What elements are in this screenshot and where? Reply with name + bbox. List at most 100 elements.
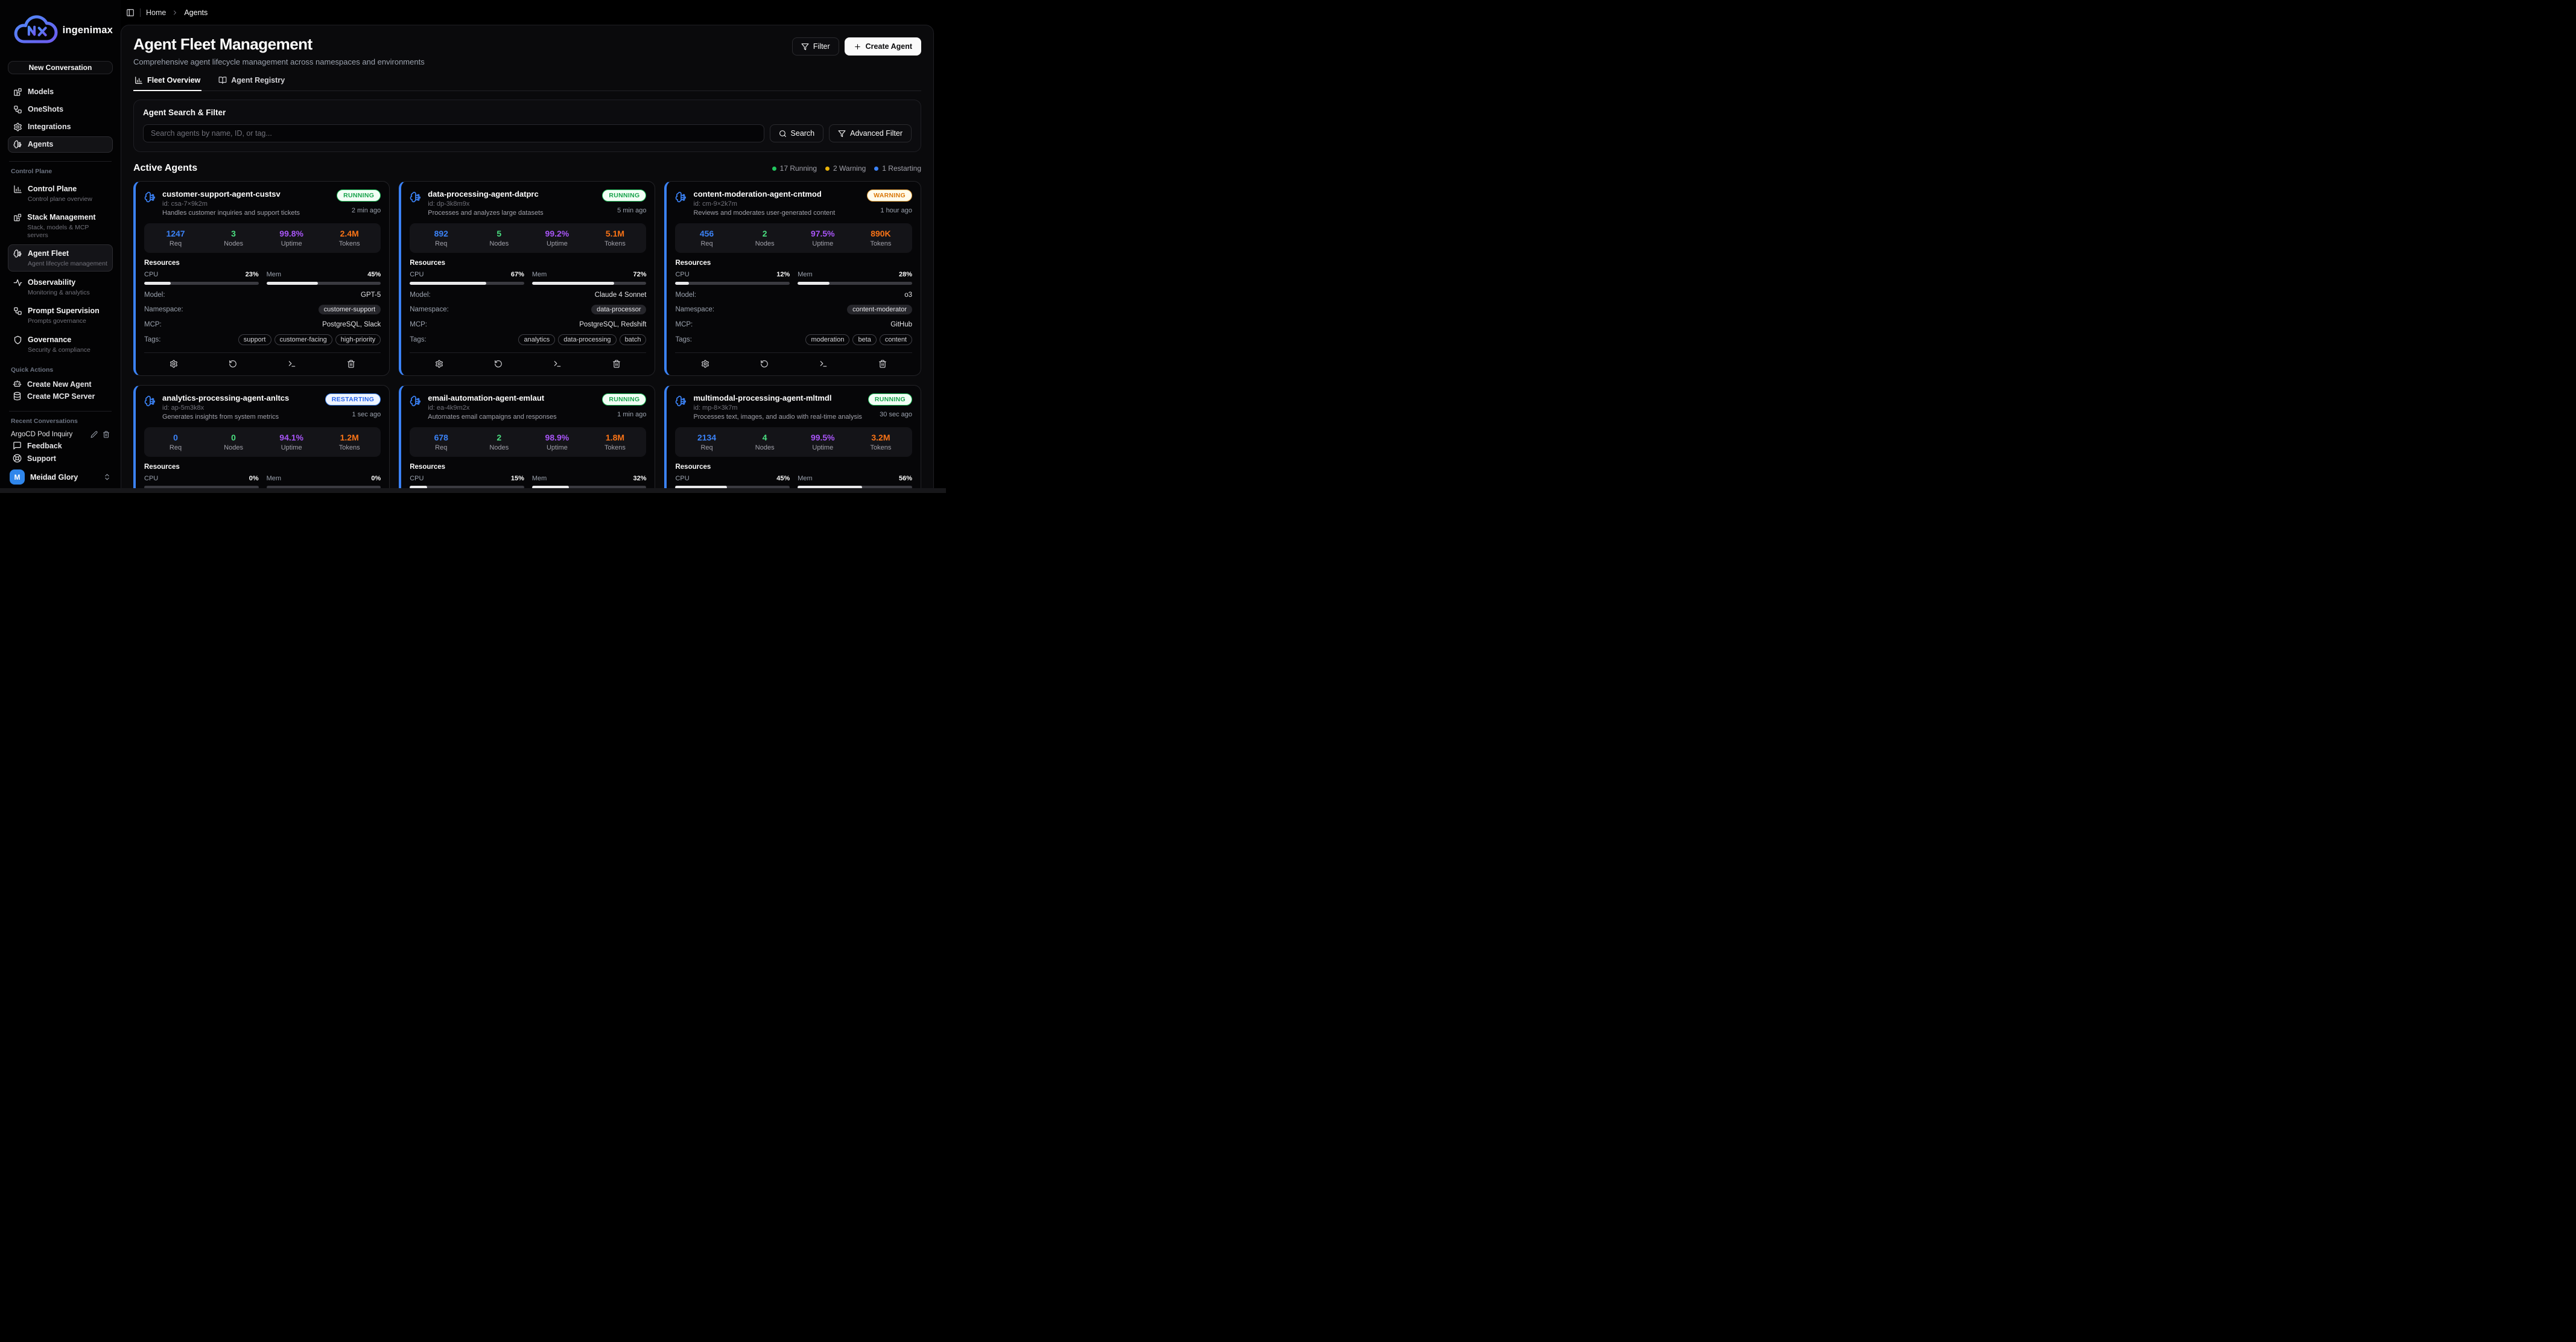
agent-settings-button[interactable] [410,358,469,369]
agent-name: analytics-processing-agent-anltcs [162,393,319,402]
user-menu[interactable]: M Meidad Glory [8,469,113,485]
agent-settings-button[interactable] [675,358,734,369]
cpu-bar-fill [675,282,689,285]
sidebar-item-agents[interactable]: Agents [8,136,113,153]
mcp-value: GitHub [890,321,912,328]
tag-pill: batch [620,334,647,345]
sidebar-item-feedback[interactable]: Feedback [8,439,113,452]
agent-restart-button[interactable] [469,358,528,369]
req-value: 892 [412,229,470,238]
agent-id: id: ea-4k9m2x [428,404,596,412]
nodes-value: 0 [205,433,262,442]
sidebar-item-oneshots[interactable]: OneShots [8,101,113,118]
cpu-bar [675,282,790,285]
agent-id: id: mp-8×3k7m [693,404,861,412]
agent-restart-button[interactable] [203,358,262,369]
tokens-value: 890K [852,229,910,238]
search-icon [779,130,787,138]
agent-id: id: csa-7×9k2m [162,200,331,208]
mem-bar-fill [532,282,615,285]
sidebar-toggle-icon[interactable] [126,8,135,17]
breadcrumb-home[interactable]: Home [146,8,166,17]
agent-delete-button[interactable] [853,358,912,369]
tag-pill: beta [852,334,876,345]
agent-terminal-button[interactable] [528,358,587,369]
agent-card: analytics-processing-agent-anltcs id: ap… [133,385,390,493]
sidebar-item-observability[interactable]: ObservabilityMonitoring & analytics [8,273,113,301]
req-value: 678 [412,433,470,442]
agent-delete-button[interactable] [587,358,646,369]
recent-conversation-item[interactable]: ArgoCD Pod Inquiry [8,430,113,439]
agent-name: customer-support-agent-custsv [162,189,331,199]
agent-name: data-processing-agent-datprc [428,189,596,199]
resources-label: Resources [675,463,912,471]
filter-button[interactable]: Filter [792,37,839,56]
activity-icon [13,278,22,287]
sidebar-item-integrations[interactable]: Integrations [8,119,113,135]
new-conversation-button[interactable]: New Conversation [8,61,113,74]
status-badge: RUNNING [337,189,381,202]
sidebar-item-create-new-agent[interactable]: Create New Agent [8,378,113,390]
agent-description: Processes text, images, and audio with r… [693,413,861,421]
trash-icon [878,360,887,368]
agent-delete-button[interactable] [322,358,381,369]
sidebar-item-support[interactable]: Support [8,452,113,465]
nodes-value: 2 [736,229,794,238]
cpu-percent: 23% [246,271,259,278]
tag-pill: content [880,334,912,345]
delete-conversation-icon[interactable] [103,431,110,438]
agent-card: email-automation-agent-emlaut id: ea-4k9… [399,385,655,493]
sidebar-item-governance[interactable]: GovernanceSecurity & compliance [8,331,113,358]
sidebar-item-agent-fleet[interactable]: Agent FleetAgent lifecycle management [8,244,113,272]
search-input[interactable] [143,124,764,142]
search-button[interactable]: Search [770,124,824,142]
cpu-percent: 67% [511,271,524,278]
sidebar-item-stack-management[interactable]: Stack ManagementStack, models & MCP serv… [8,208,113,243]
agent-card: data-processing-agent-datprc id: dp-3k8m… [399,181,655,376]
uptime-value: 99.2% [528,229,586,238]
agent-description: Automates email campaigns and responses [428,413,596,421]
agent-description: Generates insights from system metrics [162,413,319,421]
legend-item: 2 Warning [825,164,866,173]
status-badge: RESTARTING [325,393,381,405]
legend-item: 1 Restarting [874,164,921,173]
mem-bar [267,282,381,285]
agent-terminal-button[interactable] [262,358,322,369]
namespace-pill: data-processor [591,305,646,314]
life-buoy-icon [13,454,22,463]
sidebar-item-label: Agents [28,140,53,148]
agent-name: multimodal-processing-agent-mltmdl [693,393,861,402]
sidebar-item-prompt-supervision[interactable]: Prompt SupervisionPrompts governance [8,302,113,329]
sidebar-divider [9,161,112,162]
mem-percent: 32% [633,475,646,482]
tab-fleet-overview[interactable]: Fleet Overview [133,76,201,91]
workflow-icon [13,105,22,114]
req-value: 0 [147,433,205,442]
brain-circuit-icon [144,191,156,203]
tab-bar: Fleet Overview Agent Registry [133,76,921,91]
edit-conversation-icon[interactable] [90,431,98,438]
create-agent-button[interactable]: Create Agent [845,37,921,56]
content-panel: Agent Fleet Management Comprehensive age… [121,25,934,493]
tab-agent-registry[interactable]: Agent Registry [217,76,286,91]
mem-percent: 0% [371,475,381,482]
trash-icon [347,360,355,368]
agent-id: id: dp-3k8m9x [428,200,596,208]
agent-id: id: cm-9×2k7m [693,200,861,208]
nodes-value: 3 [205,229,262,238]
model-value: o3 [904,291,912,299]
rotate-ccw-icon [760,360,769,368]
agent-settings-button[interactable] [144,358,203,369]
mem-bar-fill [798,282,830,285]
tag-pill: moderation [805,334,849,345]
agent-restart-button[interactable] [735,358,794,369]
sidebar-item-models[interactable]: Models [8,84,113,100]
sidebar-item-create-mcp-server[interactable]: Create MCP Server [8,390,113,402]
book-open-icon [218,76,227,84]
tokens-value: 1.2M [320,433,378,442]
sidebar-item-control-plane[interactable]: Control PlaneControl plane overview [8,180,113,207]
advanced-filter-button[interactable]: Advanced Filter [829,124,912,142]
cpu-bar [144,282,259,285]
shield-icon [13,336,22,345]
agent-terminal-button[interactable] [794,358,853,369]
